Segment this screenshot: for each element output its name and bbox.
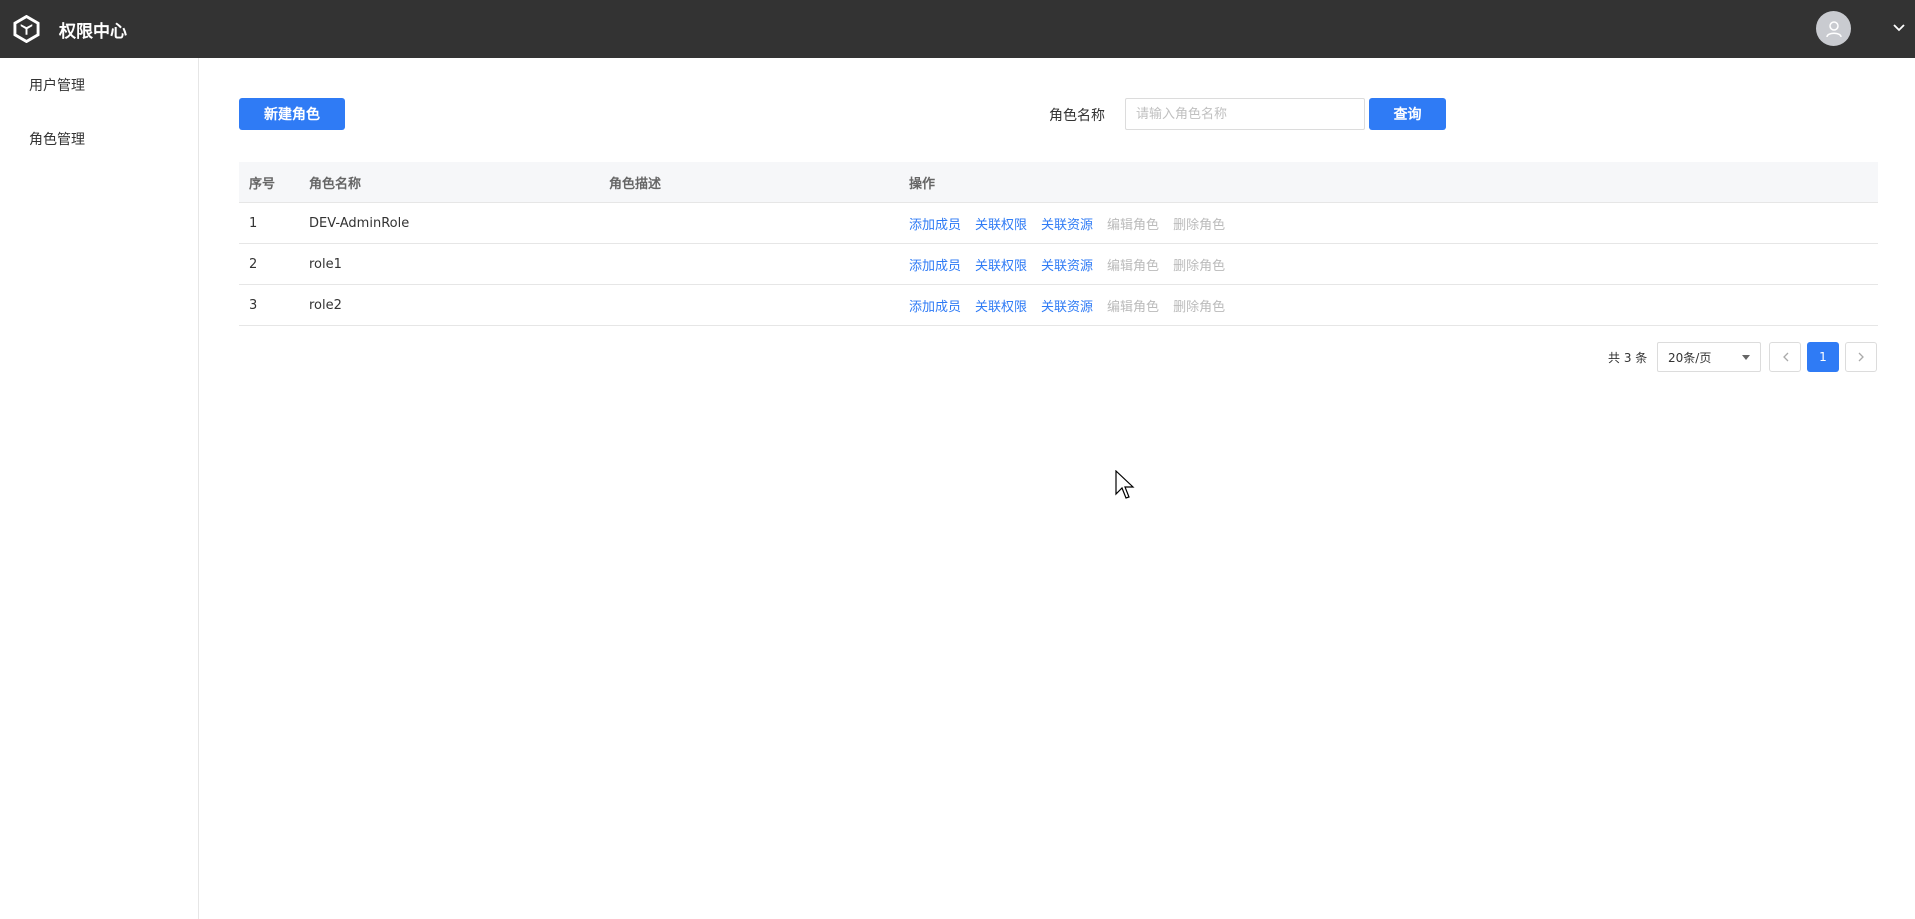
edit-role-link: 编辑角色 bbox=[1107, 217, 1160, 233]
new-role-button[interactable]: 新建角色 bbox=[239, 98, 345, 130]
row-role-name: role1 bbox=[309, 256, 342, 272]
avatar[interactable] bbox=[1816, 11, 1851, 46]
top-bar: 权限中心 bbox=[0, 0, 1915, 58]
column-header-index: 序号 bbox=[249, 176, 276, 192]
sidebar-item-label: 角色管理 bbox=[29, 132, 85, 148]
row-actions: 添加成员 关联权限 关联资源 编辑角色 删除角色 bbox=[909, 296, 1239, 315]
caret-down-icon bbox=[1742, 355, 1750, 360]
link-resource-link[interactable]: 关联资源 bbox=[1041, 255, 1093, 274]
chevron-down-icon bbox=[1893, 24, 1905, 32]
column-header-role-name: 角色名称 bbox=[309, 176, 362, 192]
page-number-current[interactable]: 1 bbox=[1807, 342, 1839, 372]
logo-icon bbox=[13, 15, 40, 43]
prev-page-button[interactable] bbox=[1769, 342, 1801, 372]
roles-table: 序号 角色名称 角色描述 操作 1 DEV-AdminRole 添加成员 关联权… bbox=[239, 162, 1878, 326]
delete-role-link: 删除角色 bbox=[1173, 217, 1226, 233]
link-resource-link[interactable]: 关联资源 bbox=[1041, 296, 1093, 315]
add-member-link[interactable]: 添加成员 bbox=[909, 296, 961, 315]
row-role-name: role2 bbox=[309, 297, 342, 313]
user-menu-toggle[interactable] bbox=[1891, 20, 1907, 36]
row-index: 2 bbox=[249, 256, 258, 272]
avatar-icon bbox=[1825, 20, 1842, 37]
next-page-button[interactable] bbox=[1845, 342, 1877, 372]
role-name-filter-label: 角色名称 bbox=[1049, 108, 1105, 124]
link-permission-link[interactable]: 关联权限 bbox=[975, 214, 1027, 233]
sidebar-item-label: 用户管理 bbox=[29, 78, 85, 94]
chevron-right-icon bbox=[1858, 352, 1864, 362]
delete-role-link: 删除角色 bbox=[1173, 258, 1226, 274]
sidebar-item-roles[interactable]: 角色管理 bbox=[0, 112, 198, 166]
query-button[interactable]: 查询 bbox=[1369, 98, 1446, 130]
mouse-cursor-icon bbox=[1115, 470, 1135, 499]
row-actions: 添加成员 关联权限 关联资源 编辑角色 删除角色 bbox=[909, 255, 1239, 274]
column-header-role-desc: 角色描述 bbox=[609, 176, 662, 192]
row-index: 3 bbox=[249, 297, 258, 313]
table-row: 3 role2 添加成员 关联权限 关联资源 编辑角色 删除角色 bbox=[239, 285, 1878, 326]
page-size-select[interactable]: 20条/页 bbox=[1657, 342, 1761, 372]
row-role-name: DEV-AdminRole bbox=[309, 215, 410, 231]
row-index: 1 bbox=[249, 215, 258, 231]
delete-role-link: 删除角色 bbox=[1173, 299, 1226, 315]
role-name-search-input[interactable] bbox=[1125, 98, 1365, 130]
row-actions: 添加成员 关联权限 关联资源 编辑角色 删除角色 bbox=[909, 214, 1239, 233]
main-content: 新建角色 角色名称 查询 序号 角色名称 角色描述 操作 1 DEV-Admin… bbox=[199, 58, 1915, 919]
table-row: 1 DEV-AdminRole 添加成员 关联权限 关联资源 编辑角色 删除角色 bbox=[239, 203, 1878, 244]
table-row: 2 role1 添加成员 关联权限 关联资源 编辑角色 删除角色 bbox=[239, 244, 1878, 285]
sidebar: 用户管理 角色管理 bbox=[0, 58, 199, 919]
chevron-left-icon bbox=[1782, 352, 1788, 362]
link-resource-link[interactable]: 关联资源 bbox=[1041, 214, 1093, 233]
edit-role-link: 编辑角色 bbox=[1107, 299, 1160, 315]
table-header: 序号 角色名称 角色描述 操作 bbox=[239, 162, 1878, 203]
link-permission-link[interactable]: 关联权限 bbox=[975, 296, 1027, 315]
page-size-value: 20条/页 bbox=[1668, 350, 1712, 365]
link-permission-link[interactable]: 关联权限 bbox=[975, 255, 1027, 274]
add-member-link[interactable]: 添加成员 bbox=[909, 255, 961, 274]
add-member-link[interactable]: 添加成员 bbox=[909, 214, 961, 233]
sidebar-item-users[interactable]: 用户管理 bbox=[0, 58, 198, 112]
edit-role-link: 编辑角色 bbox=[1107, 258, 1160, 274]
pagination-total: 共 3 条 bbox=[1608, 351, 1648, 365]
app-title: 权限中心 bbox=[59, 22, 127, 42]
column-header-actions: 操作 bbox=[909, 176, 936, 192]
